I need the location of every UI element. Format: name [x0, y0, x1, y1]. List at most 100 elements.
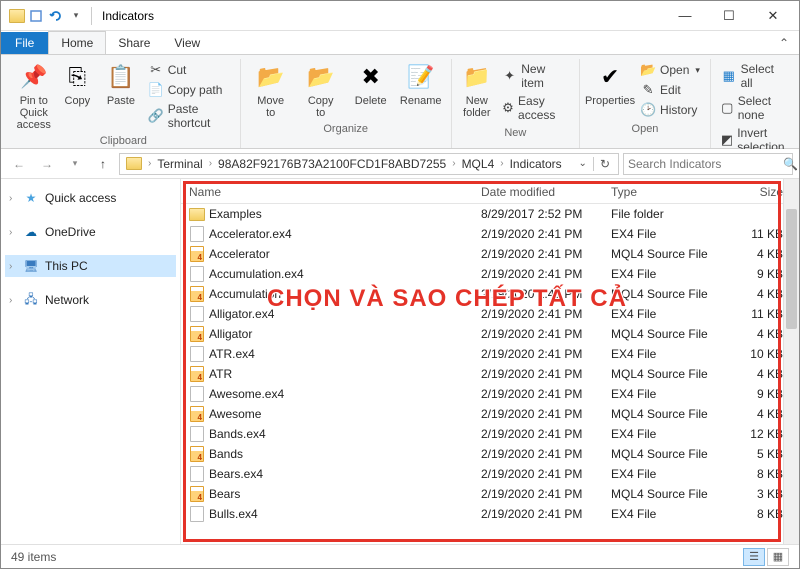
crumb-mql4[interactable]: MQL4: [458, 157, 499, 171]
edit-button[interactable]: ✎Edit: [638, 81, 702, 99]
file-row[interactable]: Bulls.ex42/19/2020 2:41 PMEX4 File8 KB: [181, 504, 799, 524]
icons-view-button[interactable]: ▦: [767, 548, 789, 566]
history-button[interactable]: 🕑History: [638, 101, 702, 119]
refresh-button[interactable]: ↻: [593, 157, 616, 171]
forward-button[interactable]: →: [35, 152, 59, 176]
file-list[interactable]: Examples8/29/2017 2:52 PMFile folderAcce…: [181, 204, 799, 541]
window-title: Indicators: [96, 9, 154, 23]
nav-onedrive[interactable]: ›☁OneDrive: [5, 221, 176, 243]
tab-view[interactable]: View: [162, 32, 212, 54]
move-icon: 📂: [255, 61, 287, 93]
breadcrumb-dropdown[interactable]: ⌄: [573, 158, 593, 169]
file-name: Accelerator.ex4: [209, 227, 292, 241]
easy-access-button[interactable]: ⚙Easy access: [500, 93, 571, 123]
crumb-terminal[interactable]: Terminal: [153, 157, 206, 171]
crumb-indicators[interactable]: Indicators: [506, 157, 566, 171]
select-none-button[interactable]: ▢Select none: [719, 93, 790, 123]
scrollbar-thumb[interactable]: [786, 209, 797, 329]
file-date: 2/19/2020 2:41 PM: [481, 427, 611, 441]
nav-quick-access[interactable]: ›★Quick access: [5, 187, 176, 209]
properties-button[interactable]: ✔Properties: [586, 59, 634, 109]
tab-share[interactable]: Share: [106, 32, 162, 54]
mq4-file-icon: [190, 326, 204, 342]
delete-button[interactable]: ✖Delete: [347, 59, 395, 109]
nav-network[interactable]: ›🖧Network: [5, 289, 176, 311]
file-row[interactable]: Accumulation2/19/2020 2:41 PMMQL4 Source…: [181, 284, 799, 304]
file-row[interactable]: Accelerator2/19/2020 2:41 PMMQL4 Source …: [181, 244, 799, 264]
search-box[interactable]: 🔍: [623, 153, 793, 175]
item-count: 49 items: [11, 550, 56, 564]
up-button[interactable]: ↑: [91, 152, 115, 176]
file-size: 4 KB: [731, 287, 791, 301]
ribbon-group-clipboard: 📌 Pin to Quick access ⎘ Copy 📋 Paste ✂Cu…: [7, 59, 241, 148]
file-date: 2/19/2020 2:41 PM: [481, 387, 611, 401]
file-row[interactable]: ATR2/19/2020 2:41 PMMQL4 Source File4 KB: [181, 364, 799, 384]
file-row[interactable]: Bears2/19/2020 2:41 PMMQL4 Source File3 …: [181, 484, 799, 504]
file-row[interactable]: Bands.ex42/19/2020 2:41 PMEX4 File12 KB: [181, 424, 799, 444]
ex4-file-icon: [190, 306, 204, 322]
file-type: MQL4 Source File: [611, 287, 731, 301]
new-folder-icon: 📁: [461, 61, 493, 93]
search-input[interactable]: [628, 157, 783, 171]
file-row[interactable]: ATR.ex42/19/2020 2:41 PMEX4 File10 KB: [181, 344, 799, 364]
close-button[interactable]: ✕: [751, 1, 795, 30]
move-to-button[interactable]: 📂Move to: [247, 59, 295, 121]
tab-home[interactable]: Home: [48, 31, 106, 54]
maximize-button[interactable]: ☐: [707, 1, 751, 30]
delete-icon: ✖: [355, 61, 387, 93]
file-row[interactable]: Accumulation.ex42/19/2020 2:41 PMEX4 Fil…: [181, 264, 799, 284]
file-date: 2/19/2020 2:41 PM: [481, 447, 611, 461]
ribbon-collapse[interactable]: ⌃: [769, 32, 799, 54]
col-type[interactable]: Type: [611, 185, 731, 199]
window-icon: [9, 9, 25, 23]
file-row[interactable]: Awesome2/19/2020 2:41 PMMQL4 Source File…: [181, 404, 799, 424]
tab-file[interactable]: File: [1, 32, 48, 54]
crumb-guid[interactable]: 98A82F92176B73A2100FCD1F8ABD7255: [214, 157, 450, 171]
qat-undo[interactable]: [47, 7, 65, 25]
file-row[interactable]: Examples8/29/2017 2:52 PMFile folder: [181, 204, 799, 224]
copy-path-button[interactable]: 📄Copy path: [146, 81, 232, 99]
paste-shortcut-button[interactable]: 🔗Paste shortcut: [146, 101, 232, 131]
vertical-scrollbar[interactable]: [783, 179, 799, 544]
ex4-file-icon: [190, 386, 204, 402]
rename-button[interactable]: 📝Rename: [397, 59, 445, 109]
file-row[interactable]: Accelerator.ex42/19/2020 2:41 PMEX4 File…: [181, 224, 799, 244]
file-row[interactable]: Alligator.ex42/19/2020 2:41 PMEX4 File11…: [181, 304, 799, 324]
cut-icon: ✂: [148, 62, 164, 78]
column-headers[interactable]: Name Date modified Type Size: [181, 179, 799, 204]
new-item-button[interactable]: ✦New item: [500, 61, 571, 91]
open-button[interactable]: 📂Open▾: [638, 61, 702, 79]
cut-button[interactable]: ✂Cut: [146, 61, 232, 79]
breadcrumb[interactable]: › Terminal› 98A82F92176B73A2100FCD1F8ABD…: [119, 153, 619, 175]
details-view-button[interactable]: ☰: [743, 548, 765, 566]
col-name[interactable]: Name: [189, 185, 481, 199]
ribbon-group-select: ▦Select all ▢Select none ◩Invert selecti…: [711, 59, 798, 148]
file-row[interactable]: Alligator2/19/2020 2:41 PMMQL4 Source Fi…: [181, 324, 799, 344]
file-row[interactable]: Bands2/19/2020 2:41 PMMQL4 Source File5 …: [181, 444, 799, 464]
pin-to-quick-access-button[interactable]: 📌 Pin to Quick access: [13, 59, 55, 133]
col-size[interactable]: Size: [731, 185, 791, 199]
file-date: 2/19/2020 2:41 PM: [481, 327, 611, 341]
recent-locations-button[interactable]: ▾: [63, 152, 87, 176]
copy-button[interactable]: ⎘ Copy: [57, 59, 99, 109]
file-name: Accumulation: [209, 287, 281, 301]
col-date[interactable]: Date modified: [481, 185, 611, 199]
ex4-file-icon: [190, 266, 204, 282]
file-name: Alligator.ex4: [209, 307, 274, 321]
paste-button[interactable]: 📋 Paste: [100, 59, 142, 109]
file-name: Awesome: [209, 407, 261, 421]
mq4-file-icon: [190, 366, 204, 382]
new-folder-button[interactable]: 📁New folder: [458, 59, 496, 121]
minimize-button[interactable]: —: [663, 1, 707, 30]
copy-to-icon: 📂: [305, 61, 337, 93]
select-all-button[interactable]: ▦Select all: [719, 61, 790, 91]
qat-properties[interactable]: [27, 7, 45, 25]
file-type: EX4 File: [611, 307, 731, 321]
pin-icon: 📌: [18, 61, 50, 93]
nav-this-pc[interactable]: ›🖥This PC: [5, 255, 176, 277]
file-row[interactable]: Bears.ex42/19/2020 2:41 PMEX4 File8 KB: [181, 464, 799, 484]
qat-dropdown[interactable]: ▾: [67, 7, 85, 25]
file-row[interactable]: Awesome.ex42/19/2020 2:41 PMEX4 File9 KB: [181, 384, 799, 404]
copy-to-button[interactable]: 📂Copy to: [297, 59, 345, 121]
back-button[interactable]: ←: [7, 152, 31, 176]
